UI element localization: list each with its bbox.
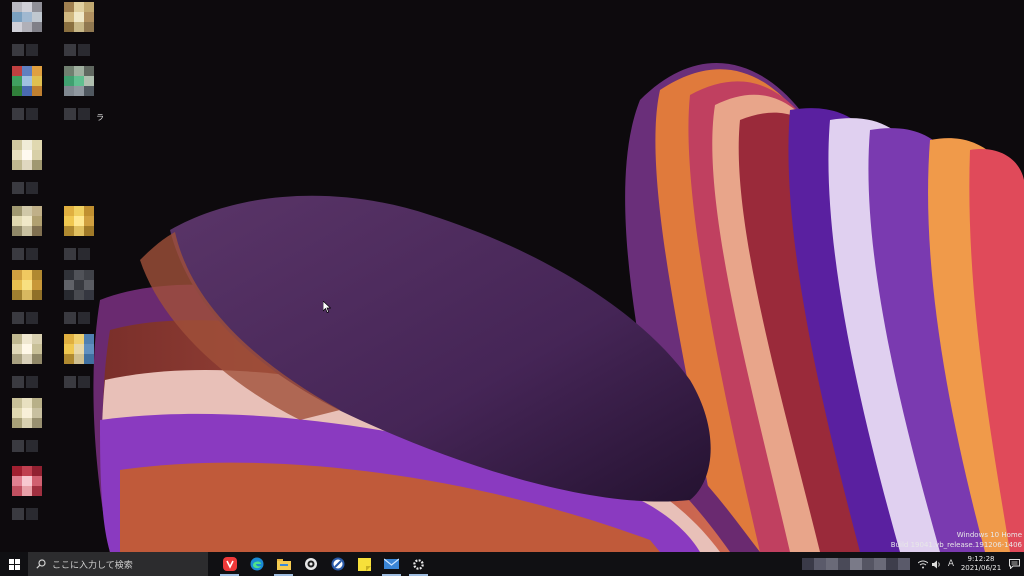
- notification-icon: [1008, 559, 1020, 569]
- clock-date: 2021/06/21: [960, 564, 1002, 572]
- app-icon: [304, 558, 317, 570]
- file-explorer-icon: [276, 559, 291, 570]
- desktop-icon-image: [64, 206, 94, 246]
- wifi-icon: [918, 560, 928, 568]
- edge-icon: [250, 557, 263, 571]
- volume-icon[interactable]: [930, 552, 944, 576]
- sticky-notes-icon: [358, 557, 371, 571]
- desktop-icon-image: [12, 466, 42, 506]
- mail-icon: [384, 558, 399, 569]
- desktop-icon[interactable]: [4, 334, 50, 392]
- desktop-icon-image: [12, 206, 42, 246]
- desktop-icon-partial-label: ラ: [96, 113, 104, 122]
- windows-logo-icon: [8, 558, 20, 570]
- ime-indicator[interactable]: A: [944, 552, 958, 576]
- action-center-button[interactable]: [1004, 552, 1024, 576]
- desktop-icon-image: [12, 270, 42, 310]
- clock-time: 9:12:28: [967, 555, 995, 563]
- taskbar: ここに入力して検索 A 9:12:28 2021/06/21: [0, 552, 1024, 576]
- vivaldi-icon: [222, 557, 237, 571]
- desktop-icon[interactable]: [4, 206, 50, 264]
- taskbar-app-settings[interactable]: [405, 552, 432, 576]
- desktop-icon[interactable]: ラ: [56, 66, 104, 124]
- taskbar-app-sticky-notes[interactable]: [351, 552, 378, 576]
- taskbar-app-file-explorer[interactable]: [270, 552, 297, 576]
- speaker-icon: [932, 560, 940, 568]
- taskbar-app-mail[interactable]: [378, 552, 405, 576]
- start-button[interactable]: [0, 552, 28, 576]
- desktop-icon-image: [12, 398, 42, 438]
- taskbar-app-browser[interactable]: [324, 552, 351, 576]
- watermark-build: Build 19041.vb_release.191206-1406: [890, 541, 1022, 549]
- desktop-icon[interactable]: [4, 466, 50, 524]
- taskbar-clock[interactable]: 9:12:28 2021/06/21: [958, 555, 1004, 573]
- desktop-icon[interactable]: [4, 66, 50, 124]
- system-tray: A 9:12:28 2021/06/21: [802, 552, 1024, 576]
- mouse-cursor-icon: [323, 301, 331, 313]
- desktop-icon[interactable]: [4, 270, 50, 328]
- network-icon[interactable]: [916, 552, 930, 576]
- desktop-icon-image: [64, 270, 94, 310]
- desktop-icon[interactable]: [4, 140, 50, 198]
- desktop-icon-image: [12, 2, 42, 42]
- windows-build-watermark: Windows 10 Home Build 19041.vb_release.1…: [891, 530, 1022, 550]
- taskbar-search-box[interactable]: ここに入力して検索: [28, 552, 208, 576]
- desktop-icon[interactable]: [56, 206, 102, 264]
- desktop-icon[interactable]: [4, 2, 50, 60]
- taskbar-app-edge[interactable]: [243, 552, 270, 576]
- watermark-edition: Windows 10 Home: [956, 531, 1022, 539]
- tray-hidden-icons[interactable]: [802, 558, 910, 570]
- browser-icon: [331, 557, 344, 571]
- desktop-icon-image: [64, 66, 94, 106]
- desktop-icon-image: [12, 66, 42, 106]
- desktop-icon[interactable]: [56, 334, 102, 392]
- desktop-icon-image: [64, 334, 94, 374]
- desktop-icon-image: [64, 2, 94, 42]
- settings-icon: [413, 558, 424, 570]
- search-icon: [36, 559, 46, 569]
- search-placeholder: ここに入力して検索: [52, 560, 133, 571]
- desktop-icon-image: [12, 140, 42, 180]
- taskbar-app[interactable]: [297, 552, 324, 576]
- desktop-icon[interactable]: [56, 2, 102, 60]
- desktop-icon[interactable]: [56, 270, 102, 328]
- desktop-icon-image: [12, 334, 42, 374]
- desktop-wallpaper: [0, 0, 1024, 552]
- desktop-icon[interactable]: [4, 398, 50, 456]
- taskbar-app-vivaldi[interactable]: [216, 552, 243, 576]
